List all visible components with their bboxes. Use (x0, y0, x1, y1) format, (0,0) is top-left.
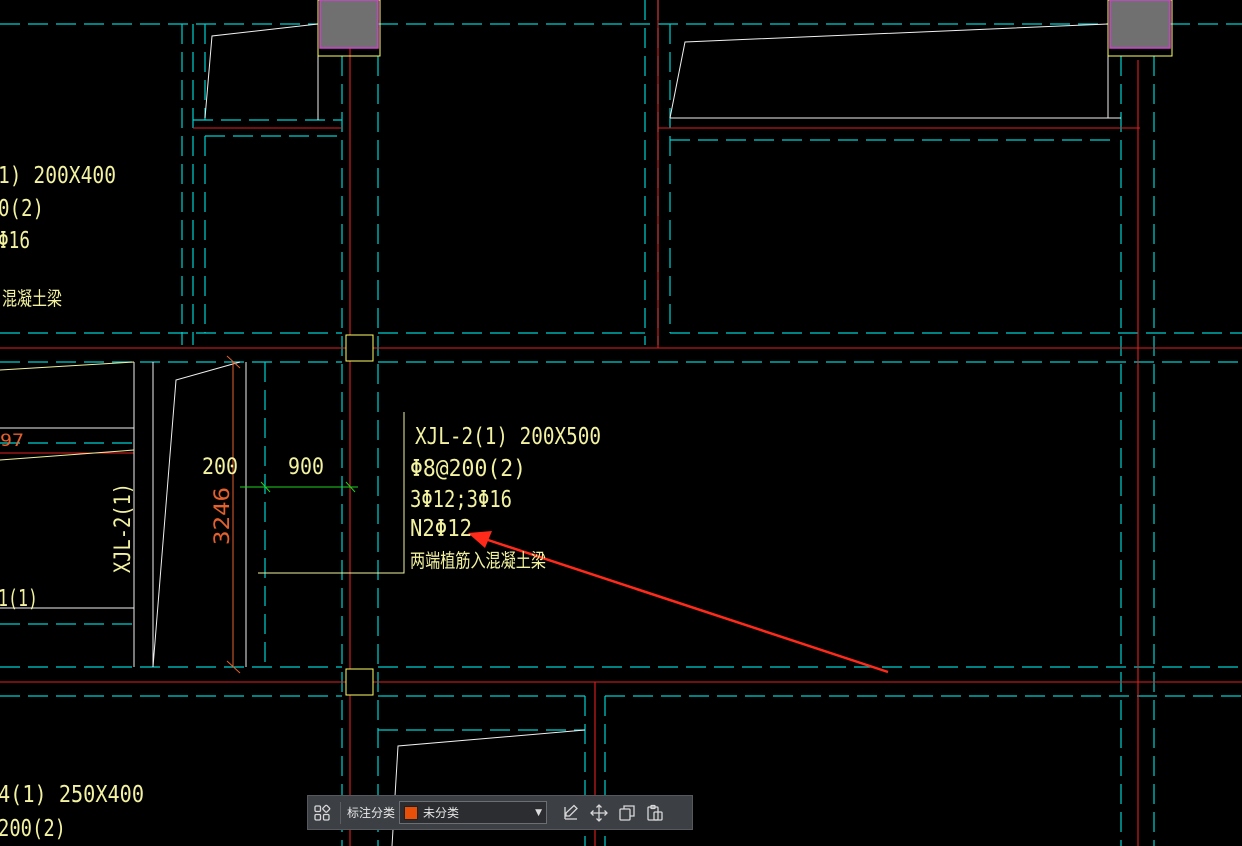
beam-main-line-4: N2Φ12 (410, 516, 472, 542)
beam-label-main: XJL-2(1) 200X500 Φ8@200(2) 3Φ12;3Φ16 N2Φ… (410, 424, 601, 572)
chevron-down-icon: ▼ (535, 807, 543, 818)
dim-200-label: 200 (202, 455, 238, 480)
left-vertical-label: XJL-2(1) (111, 483, 136, 573)
annotation-toolbar: 标注分类 未分类 ▼ (307, 795, 693, 830)
column-mid (345, 334, 374, 362)
beam-main-line-5: 两端植筋入混凝土梁 (410, 550, 546, 572)
wall-outlines-cyan (0, 0, 1242, 846)
column-bottom (345, 668, 374, 696)
annotation-leader (258, 412, 405, 574)
beam-main-line-2: Φ8@200(2) (410, 456, 526, 482)
dim-900-label: 900 (288, 455, 324, 480)
column-top-left (317, 0, 381, 57)
edit-icon[interactable] (557, 799, 585, 827)
grid-icon[interactable] (308, 799, 336, 827)
column-top-right (1107, 0, 1173, 57)
category-color-swatch (404, 805, 419, 820)
category-select[interactable]: 未分类 ▼ (399, 801, 548, 824)
paste-icon[interactable] (641, 799, 669, 827)
cad-drawing-canvas[interactable]: 1) 200X400 0(2) Φ16 混凝土梁 XJL-2(1) 200X50… (0, 0, 1242, 846)
beam-main-line-1: XJL-2(1) 200X500 (415, 424, 601, 450)
beam-tl-line-3: Φ16 (0, 228, 30, 254)
category-select-value: 未分类 (423, 806, 460, 820)
beam-bl-line-1: 4(1) 250X400 (0, 782, 144, 808)
toolbar-category-label: 标注分类 (347, 806, 396, 820)
toolbar-separator (340, 801, 341, 824)
beam-tl-line-1: 1) 200X400 (0, 163, 116, 189)
beam-label-bottom-left: 4(1) 250X400 200(2) (0, 782, 144, 842)
grid-lines-red (0, 0, 1242, 846)
beam-tl-line-2: 0(2) (0, 196, 44, 222)
left-partial-label: 1(1) (0, 586, 38, 612)
move-icon[interactable] (585, 799, 613, 827)
beam-bl-line-2: 200(2) (0, 816, 66, 842)
left-red-label: 97 (0, 431, 24, 451)
dimension-900 (240, 481, 358, 493)
copy-icon[interactable] (613, 799, 641, 827)
dim-3246-label: 3246 (210, 487, 234, 545)
beam-label-top-left: 1) 200X400 0(2) Φ16 混凝土梁 (0, 163, 116, 310)
beam-main-line-3: 3Φ12;3Φ16 (410, 487, 512, 513)
beam-tl-line-4: 混凝土梁 (2, 288, 62, 310)
